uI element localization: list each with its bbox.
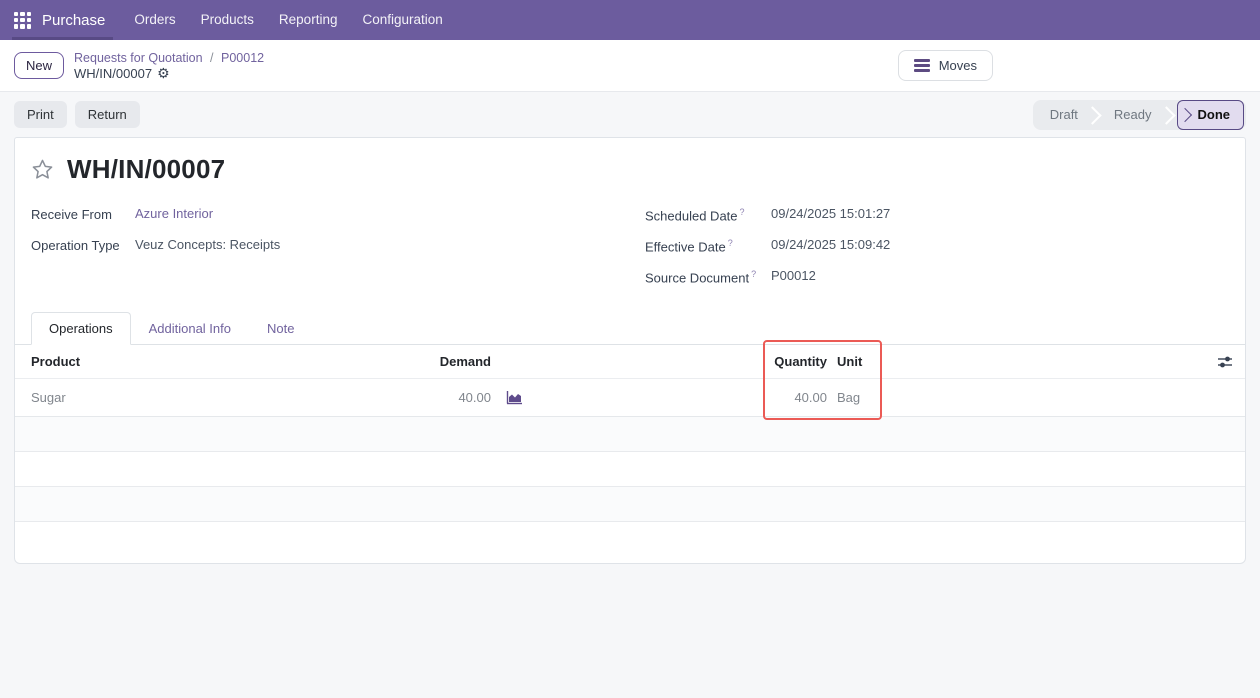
nav-item-orders[interactable]: Orders [131,0,178,40]
column-header-quantity[interactable]: Quantity [747,354,827,369]
status-step-draft[interactable]: Draft [1039,100,1089,130]
column-header-unit[interactable]: Unit [827,354,877,369]
status-step-done-active[interactable]: Done [1177,100,1245,130]
scheduled-date-label: Scheduled Date? [645,206,771,223]
cell-demand[interactable]: 40.00 [431,390,491,405]
nav-item-configuration[interactable]: Configuration [359,0,445,40]
empty-rows [15,417,1245,557]
tab-note[interactable]: Note [249,312,312,345]
app-name[interactable]: Purchase [42,12,105,29]
form-action-bar: Print Return Draft Ready Done [0,92,1260,137]
top-navbar: Purchase Orders Products Reporting Confi… [0,0,1260,40]
gear-icon[interactable]: ⚙ [157,66,170,80]
breadcrumb: Requests for Quotation / P00012 WH/IN/00… [74,51,264,81]
moves-smart-button[interactable]: Moves [898,50,993,81]
breadcrumb-current-record: WH/IN/00007 [74,66,152,81]
status-chevron-icon [1163,100,1177,130]
operations-table: Product Demand Quantity Unit Sugar 40.00 [15,345,1245,557]
nav-item-products[interactable]: Products [198,0,257,40]
print-button[interactable]: Print [14,101,67,128]
empty-table-row[interactable] [15,452,1245,487]
help-icon[interactable]: ? [728,238,733,248]
column-header-demand[interactable]: Demand [431,354,491,369]
notebook-tabs: Operations Additional Info Note [15,312,1245,345]
cell-quantity[interactable]: 40.00 [747,390,827,405]
table-row-sugar[interactable]: Sugar 40.00 40.00 Bag [15,379,1245,417]
app-brand-zone[interactable]: Purchase [14,0,113,40]
form-sheet: WH/IN/00007 Receive From Azure Interior … [14,137,1246,564]
operation-type-label: Operation Type [31,237,135,253]
source-document-label: Source Document? [645,268,771,285]
breadcrumb-separator: / [210,51,213,65]
help-icon[interactable]: ? [751,269,756,279]
star-outline-icon[interactable] [31,158,54,181]
status-step-ready[interactable]: Ready [1103,100,1163,130]
empty-table-row[interactable] [15,417,1245,452]
tab-additional-info[interactable]: Additional Info [131,312,249,345]
breadcrumb-requests-for-quotation[interactable]: Requests for Quotation [74,51,203,65]
page-title: WH/IN/00007 [67,154,225,185]
fields-left-column: Receive From Azure Interior Operation Ty… [31,206,645,299]
control-panel: New Requests for Quotation / P00012 WH/I… [0,40,1260,92]
source-document-value: P00012 [771,268,816,283]
apps-menu-icon[interactable] [14,12,31,29]
return-button[interactable]: Return [75,101,140,128]
nav-menu: Orders Products Reporting Configuration [131,0,445,40]
nav-item-reporting[interactable]: Reporting [276,0,341,40]
receive-from-label: Receive From [31,206,135,222]
operation-type-value: Veuz Concepts: Receipts [135,237,280,252]
cell-unit[interactable]: Bag [827,390,877,405]
stacked-bars-icon [914,59,930,72]
effective-date-label: Effective Date? [645,237,771,254]
table-header-row: Product Demand Quantity Unit [15,345,1245,379]
tab-operations[interactable]: Operations [31,312,131,345]
status-bar: Draft Ready Done [1033,100,1246,130]
help-icon[interactable]: ? [740,207,745,217]
empty-table-row[interactable] [15,487,1245,522]
scheduled-date-value[interactable]: 09/24/2025 15:01:27 [771,206,890,221]
cell-product[interactable]: Sugar [31,390,431,405]
status-chevron-icon [1089,100,1103,130]
empty-table-row[interactable] [15,522,1245,557]
column-header-product[interactable]: Product [31,354,431,369]
effective-date-value: 09/24/2025 15:09:42 [771,237,890,252]
receive-from-value[interactable]: Azure Interior [135,206,213,221]
fields-right-column: Scheduled Date? 09/24/2025 15:01:27 Effe… [645,206,1229,299]
new-button[interactable]: New [14,52,64,79]
breadcrumb-p00012[interactable]: P00012 [221,51,264,65]
moves-button-label: Moves [939,58,977,73]
sliders-icon[interactable] [1205,354,1245,370]
area-chart-icon[interactable] [491,390,537,405]
